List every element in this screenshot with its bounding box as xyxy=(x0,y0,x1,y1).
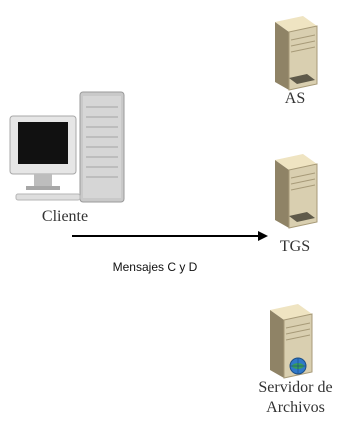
tgs-server xyxy=(265,150,325,230)
client-label: Cliente xyxy=(41,208,89,225)
server-icon xyxy=(275,16,318,91)
file-server xyxy=(260,300,325,380)
as-server xyxy=(265,12,325,92)
file-server-label-line2: Archivos xyxy=(266,399,325,416)
server-icon xyxy=(275,154,318,229)
arrow-label: Mensajes C y D xyxy=(112,260,198,274)
file-server-globe-icon xyxy=(270,304,313,379)
file-server-label: Servidor de Archivos xyxy=(248,378,343,418)
tgs-label: TGS xyxy=(279,238,311,255)
file-server-label-line1: Servidor de xyxy=(258,379,333,396)
client-computer-icon xyxy=(9,91,125,203)
client-computer xyxy=(0,86,150,204)
as-label: AS xyxy=(284,90,306,107)
